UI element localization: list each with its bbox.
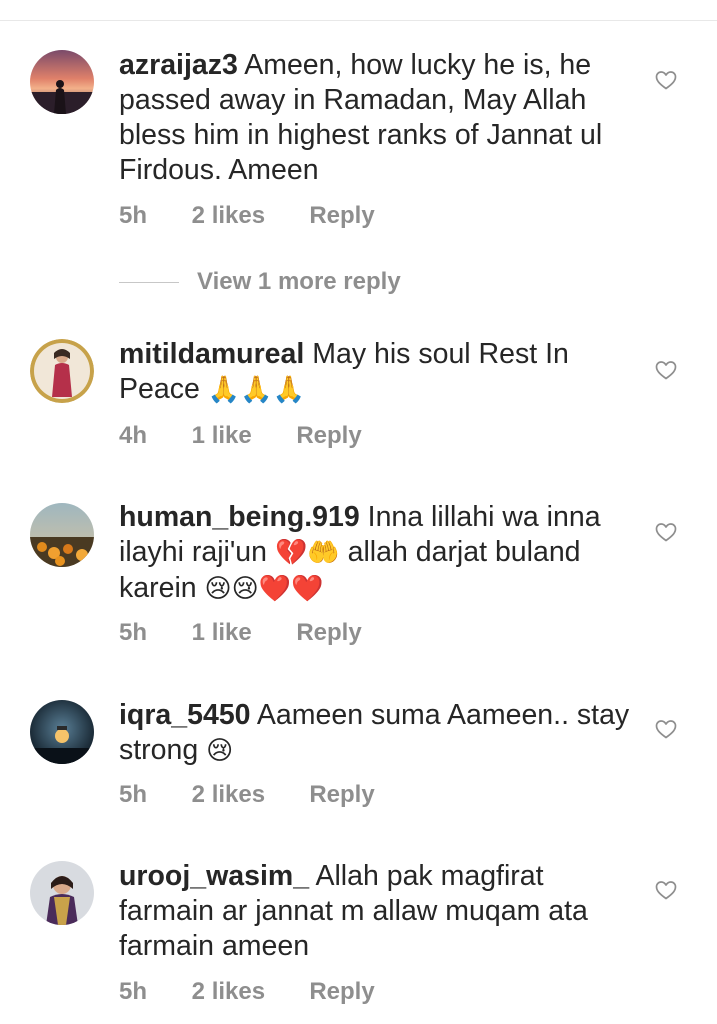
heart-outline-icon[interactable] (654, 717, 678, 741)
heart-outline-icon[interactable] (654, 520, 678, 544)
reply-button[interactable]: Reply (309, 202, 374, 230)
avatar[interactable] (30, 339, 94, 403)
comment-username[interactable]: azraijaz3 (119, 49, 238, 81)
heart-outline-icon[interactable] (654, 68, 678, 92)
comment-likes[interactable]: 1 like (192, 422, 290, 450)
comment-time: 5h (119, 781, 148, 808)
comment-time: 5h (119, 202, 148, 229)
crying-face-emoji: 😢😢❤️❤️ (204, 574, 324, 604)
comment-likes[interactable]: 2 likes (192, 202, 303, 230)
view-more-replies[interactable]: View 1 more reply (119, 268, 401, 298)
comment-meta: 4h 1 like Reply (119, 422, 362, 450)
reply-button[interactable]: Reply (296, 619, 361, 647)
comment-likes[interactable]: 2 likes (192, 978, 303, 1006)
comment-username[interactable]: human_being.919 (119, 501, 360, 533)
comment-time: 5h (119, 619, 148, 646)
comment-username[interactable]: iqra_5450 (119, 699, 251, 731)
avatar[interactable] (30, 50, 94, 114)
view-more-replies-label[interactable]: View 1 more reply (197, 268, 401, 295)
comment-body: azraijaz3 Ameen, how lucky he is, he pas… (119, 48, 639, 188)
broken-heart-emoji: 💔🤲 (274, 538, 340, 568)
avatar[interactable] (30, 503, 94, 567)
comment-body: urooj_wasim_ Allah pak magfirat farmain … (119, 859, 639, 964)
comment-time: 4h (119, 422, 148, 449)
comment-time: 5h (119, 978, 148, 1005)
heart-outline-icon[interactable] (654, 358, 678, 382)
comment-likes[interactable]: 2 likes (192, 781, 303, 809)
comment-meta: 5h 2 likes Reply (119, 781, 375, 809)
comment-meta: 5h 1 like Reply (119, 619, 362, 647)
reply-button[interactable]: Reply (296, 422, 361, 450)
comment-meta: 5h 2 likes Reply (119, 978, 375, 1006)
comment-body: iqra_5450 Aameen suma Aameen.. stay stro… (119, 698, 639, 769)
reply-button[interactable]: Reply (309, 978, 374, 1006)
avatar[interactable] (30, 861, 94, 925)
heart-outline-icon[interactable] (654, 878, 678, 902)
reply-button[interactable]: Reply (309, 781, 374, 809)
comment-body: human_being.919 Inna lillahi wa inna ila… (119, 500, 639, 607)
top-divider (0, 20, 717, 21)
avatar[interactable] (30, 700, 94, 764)
crying-face-emoji: 😢 (206, 736, 234, 766)
praying-hands-emoji: 🙏🙏🙏 (207, 375, 305, 405)
comment-likes[interactable]: 1 like (192, 619, 290, 647)
comment-username[interactable]: urooj_wasim_ (119, 860, 309, 892)
comment-username[interactable]: mitildamureal (119, 338, 304, 370)
comment-body: mitildamureal May his soul Rest In Peace… (119, 337, 639, 408)
replies-divider-line (119, 282, 179, 284)
comment-meta: 5h 2 likes Reply (119, 202, 375, 230)
